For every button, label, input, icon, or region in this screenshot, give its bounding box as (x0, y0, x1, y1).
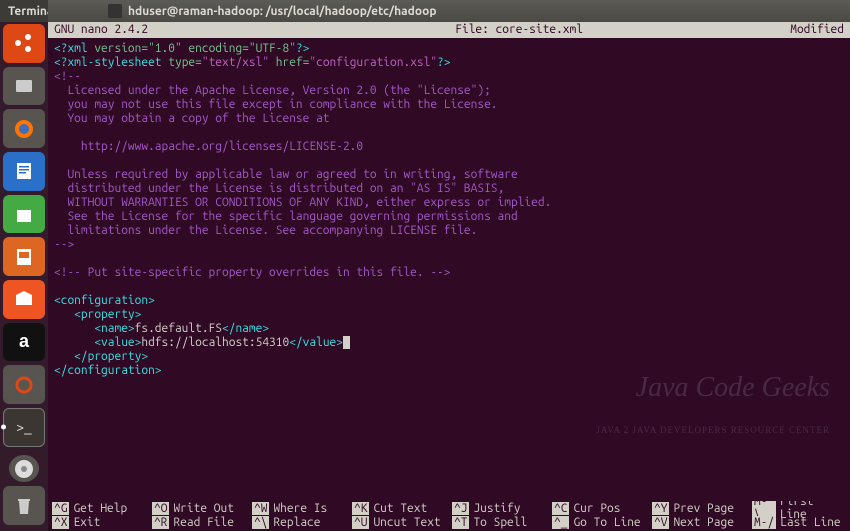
terminal-title-icon (108, 4, 122, 18)
shortcut-exit[interactable]: ^XExit (52, 515, 146, 529)
xsl-attr-type: type= (162, 56, 202, 69)
terminal-window: hduser@raman-hadoop: /usr/local/hadoop/e… (48, 22, 850, 531)
unity-launcher: a >_ (0, 22, 48, 531)
property-close: </property> (54, 350, 148, 363)
files-icon[interactable] (3, 67, 45, 106)
nano-footer: ^GGet Help ^XExit ^OWrite Out ^RRead Fil… (48, 501, 850, 531)
license-comment-close: --> (54, 238, 74, 251)
shortcut-cut-text[interactable]: ^KCut Text (352, 501, 446, 515)
override-comment: <!-- Put site-specific property override… (54, 266, 450, 279)
shortcut-get-help[interactable]: ^GGet Help (52, 501, 146, 515)
license-line-5: Unless required by applicable law or agr… (54, 168, 518, 181)
xsl-open: <?xml-stylesheet (54, 56, 162, 69)
license-line-1: Licensed under the Apache License, Versi… (54, 84, 491, 97)
license-line-6: distributed under the License is distrib… (54, 182, 504, 195)
license-line-3: You may obtain a copy of the License at (54, 112, 330, 125)
software-center-icon[interactable] (3, 280, 45, 319)
license-line-2: you may not use this file except in comp… (54, 98, 498, 111)
name-value: fs.default.FS (135, 322, 222, 335)
firefox-icon[interactable] (3, 109, 45, 148)
trash-icon[interactable] (3, 486, 45, 525)
xsl-val-type: "text/xsl" (202, 56, 269, 69)
nano-version: GNU nano 2.4.2 (48, 22, 248, 38)
shortcut-first-line[interactable]: M-\First Line (752, 501, 846, 515)
shortcut-write-out[interactable]: ^OWrite Out (152, 501, 246, 515)
license-comment-open: <!-- (54, 70, 81, 83)
name-close: </name> (222, 322, 269, 335)
shortcut-last-line[interactable]: M-/Last Line (752, 515, 846, 529)
nano-filename: File: core-site.xml (248, 22, 790, 38)
value-open: <value> (54, 336, 141, 349)
cursor (343, 336, 350, 349)
watermark-title: Java Code Geeks (596, 381, 830, 395)
system-settings-icon[interactable] (3, 365, 45, 404)
nano-editor[interactable]: <?xml version="1.0" encoding="UTF-8"?> <… (48, 38, 850, 501)
license-line-9: limitations under the License. See accom… (54, 224, 477, 237)
watermark: Java Code Geeks JAVA 2 JAVA DEVELOPERS R… (596, 353, 830, 451)
watermark-sub: JAVA 2 JAVA DEVELOPERS RESOURCE CENTER (596, 423, 830, 437)
license-url: http://www.apache.org/licenses/LICENSE-2… (54, 140, 363, 153)
license-line-7: WITHOUT WARRANTIES OR CONDITIONS OF ANY … (54, 196, 551, 209)
shortcut-cur-pos[interactable]: ^CCur Pos (552, 501, 646, 515)
terminal-title-text: hduser@raman-hadoop: /usr/local/hadoop/e… (128, 5, 437, 18)
libreoffice-calc-icon[interactable] (3, 195, 45, 234)
value-close: </value> (289, 336, 343, 349)
configuration-open: <configuration> (54, 294, 155, 307)
shortcut-justify[interactable]: ^JJustify (452, 501, 546, 515)
nano-header: GNU nano 2.4.2 File: core-site.xml Modif… (48, 22, 850, 38)
xml-decl-attrs: version="1.0" encoding="UTF-8" (88, 42, 296, 55)
shortcut-where-is[interactable]: ^WWhere Is (252, 501, 346, 515)
disk-icon[interactable] (9, 455, 39, 483)
value-value: hdfs://localhost:54310 (141, 336, 289, 349)
configuration-close: </configuration> (54, 364, 162, 377)
libreoffice-writer-icon[interactable] (3, 152, 45, 191)
terminal-launcher-icon[interactable]: >_ (3, 408, 45, 447)
xml-decl-open: <?xml (54, 42, 88, 55)
xsl-attr-href: href= (269, 56, 309, 69)
property-open: <property> (54, 308, 141, 321)
terminal-titlebar[interactable]: hduser@raman-hadoop: /usr/local/hadoop/e… (48, 0, 850, 22)
xml-decl-close: ?> (296, 42, 309, 55)
xsl-close: ?> (437, 56, 450, 69)
name-open: <name> (54, 322, 135, 335)
dash-icon[interactable] (3, 24, 45, 63)
shortcut-next-page[interactable]: ^VNext Page (652, 515, 746, 529)
shortcut-go-to-line[interactable]: ^_Go To Line (552, 515, 646, 529)
nano-status: Modified (790, 22, 850, 38)
xsl-val-href: "configuration.xsl" (309, 56, 437, 69)
license-line-8: See the License for the specific languag… (54, 210, 518, 223)
shortcut-to-spell[interactable]: ^TTo Spell (452, 515, 546, 529)
amazon-icon[interactable]: a (3, 323, 45, 362)
shortcut-uncut-text[interactable]: ^UUncut Text (352, 515, 446, 529)
libreoffice-impress-icon[interactable] (3, 237, 45, 276)
shortcut-replace[interactable]: ^\Replace (252, 515, 346, 529)
shortcut-read-file[interactable]: ^RRead File (152, 515, 246, 529)
shortcut-prev-page[interactable]: ^YPrev Page (652, 501, 746, 515)
